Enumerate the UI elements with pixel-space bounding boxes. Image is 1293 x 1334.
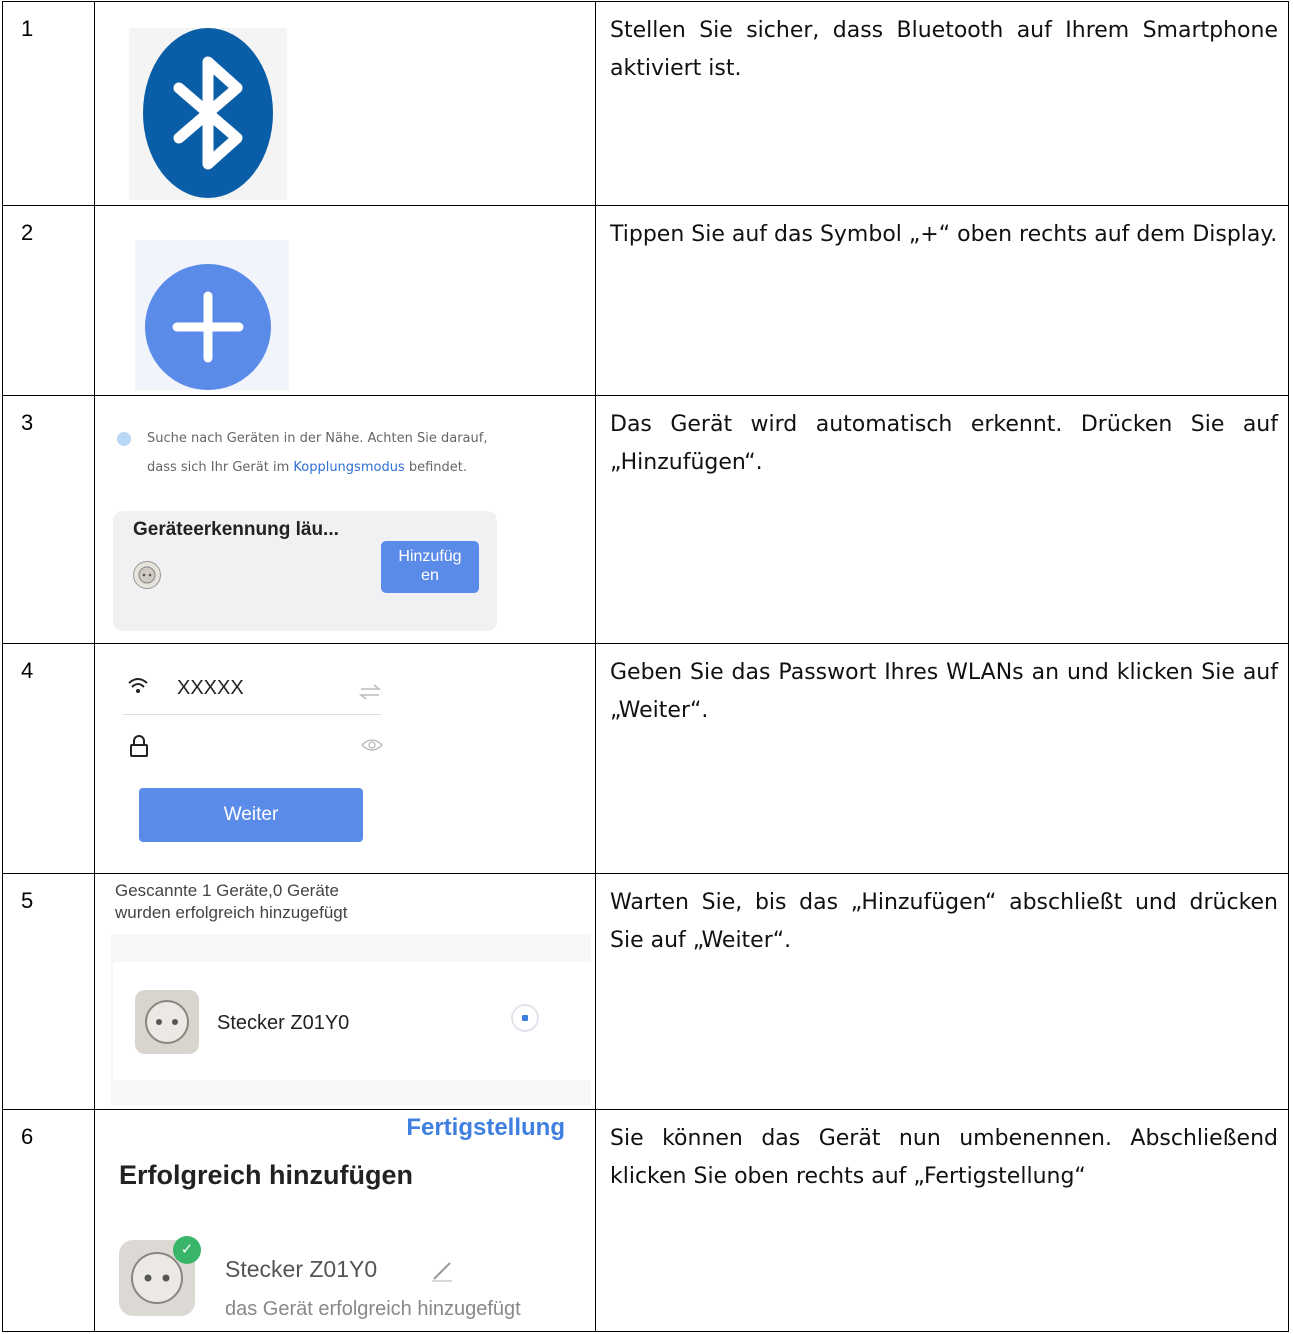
step-row-6: 6 Fertigstellung Erfolgreich hinzufügen … bbox=[2, 1109, 1289, 1332]
step-number: 3 bbox=[2, 395, 95, 644]
step-number: 1 bbox=[2, 1, 95, 206]
step-image-3: Suche nach Geräten in der Nähe. Achten S… bbox=[94, 395, 596, 644]
steps-table: 1 Stellen Sie sicher, dass Bluetooth auf… bbox=[2, 1, 1289, 1332]
scan-status: Gescannte 1 Geräte,0 Geräte wurden erfolg… bbox=[115, 880, 347, 924]
eye-icon[interactable] bbox=[361, 738, 383, 757]
pencil-icon[interactable] bbox=[431, 1260, 453, 1287]
plus-icon[interactable] bbox=[145, 264, 271, 390]
step-image-1 bbox=[94, 1, 596, 206]
step-description: Sie können das Gerät nun umbenennen. Abs… bbox=[595, 1109, 1289, 1332]
pairing-mode-link[interactable]: Kopplungsmodus bbox=[293, 460, 404, 475]
step-row-1: 1 Stellen Sie sicher, dass Bluetooth auf… bbox=[2, 1, 1289, 206]
lock-icon bbox=[129, 734, 149, 763]
step-description: Das Gerät wird automatisch erkennt. Drüc… bbox=[595, 395, 1289, 644]
scan-status-line1: Gescannte 1 Geräte,0 Geräte bbox=[115, 881, 339, 900]
step-row-2: 2 Tippen Sie auf das Symbol „+“ oben rec… bbox=[2, 205, 1289, 396]
loading-spinner-core bbox=[522, 1015, 528, 1021]
device-name: Stecker Z01Y0 bbox=[217, 1012, 350, 1034]
step-row-3: 3 Suche nach Geräten in der Nähe. Achten… bbox=[2, 395, 1289, 644]
scan-hint-line2: dass sich Ihr Gerät im Kopplungsmodus be… bbox=[147, 460, 467, 475]
step-image-6: Fertigstellung Erfolgreich hinzufügen ✓ … bbox=[94, 1109, 596, 1332]
device-name[interactable]: Stecker Z01Y0 bbox=[225, 1256, 377, 1283]
scanning-indicator-icon bbox=[117, 432, 131, 446]
swap-icon[interactable] bbox=[358, 684, 382, 705]
check-icon: ✓ bbox=[173, 1236, 201, 1264]
step-number: 4 bbox=[2, 643, 95, 874]
step-number: 6 bbox=[2, 1109, 95, 1332]
step-image-4: XXXXX Weiter bbox=[94, 643, 596, 874]
bluetooth-icon bbox=[143, 28, 273, 198]
step-image-5: Gescannte 1 Geräte,0 Geräte wurden erfolg… bbox=[94, 873, 596, 1110]
step-row-4: 4 XXXXX Weiter Geben Sie das Passwort Ih… bbox=[2, 643, 1289, 874]
add-button-line1: Hinzufüg bbox=[398, 548, 462, 565]
step-number: 5 bbox=[2, 873, 95, 1110]
step-row-5: 5 Gescannte 1 Geräte,0 Geräte wurden erfo… bbox=[2, 873, 1289, 1110]
scan-hint-line1: Suche nach Geräten in der Nähe. Achten S… bbox=[147, 431, 488, 446]
finish-button[interactable]: Fertigstellung bbox=[406, 1114, 565, 1142]
wifi-ssid[interactable]: XXXXX bbox=[177, 677, 244, 700]
add-device-button[interactable]: Hinzufüg en bbox=[381, 541, 479, 593]
step-description: Stellen Sie sicher, dass Bluetooth auf I… bbox=[595, 1, 1289, 206]
step-description: Tippen Sie auf das Symbol „+“ oben recht… bbox=[595, 205, 1289, 396]
step-image-2 bbox=[94, 205, 596, 396]
password-field[interactable] bbox=[175, 724, 355, 760]
scan-status-line2: wurden erfolgreich hinzugefügt bbox=[115, 903, 348, 922]
step-description: Warten Sie, bis das „Hinzufügen“ abschli… bbox=[595, 873, 1289, 1110]
step-description: Geben Sie das Passwort Ihres WLANs an un… bbox=[595, 643, 1289, 874]
wifi-icon bbox=[127, 676, 149, 701]
device-status: das Gerät erfolgreich hinzugefügt bbox=[225, 1298, 521, 1320]
plug-icon bbox=[135, 990, 199, 1054]
step-number: 2 bbox=[2, 205, 95, 396]
scan-hint-suffix: befindet. bbox=[404, 460, 468, 475]
continue-button[interactable]: Weiter bbox=[139, 788, 363, 842]
discovery-title: Geräteerkennung läu... bbox=[133, 519, 339, 540]
success-heading: Erfolgreich hinzufügen bbox=[119, 1160, 413, 1190]
field-divider bbox=[123, 714, 381, 715]
add-button-line2: en bbox=[421, 567, 439, 584]
plug-icon bbox=[133, 561, 161, 589]
scan-hint-prefix: dass sich Ihr Gerät im bbox=[147, 460, 294, 475]
